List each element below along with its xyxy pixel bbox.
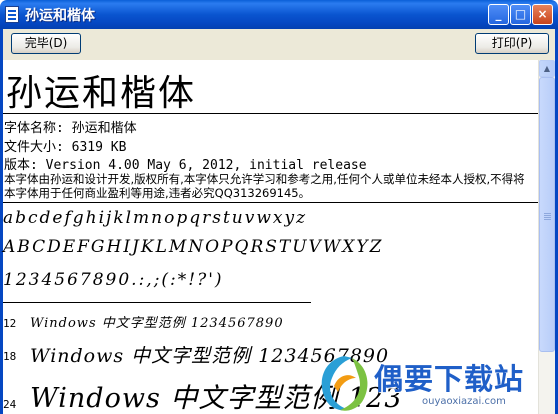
divider [3,202,538,203]
version-line: 版本: Version 4.00 May 6, 2012, initial re… [4,158,367,173]
title-bar[interactable]: 孙运和楷体 _ □ × [0,0,558,29]
divider [3,113,538,114]
copyright-text: 本字体由孙运和设计开发,版权所有,本字体只允许学习和参考之用,任何个人或单位未经… [4,172,525,200]
scroll-up-icon[interactable]: ▲ [539,60,555,77]
watermark-url: ouyaoxiazai.com [422,396,506,407]
print-button[interactable]: 打印(P) [475,33,549,54]
font-name-line: 字体名称: 孙运和楷体 [4,121,137,136]
toolbar: 完毕(D) 打印(P) [0,29,558,60]
divider [3,302,311,303]
logo-swoosh-icon [321,356,368,411]
document-icon [5,6,19,23]
window-title: 孙运和楷体 [25,8,95,24]
minimize-button[interactable]: _ [488,4,509,25]
font-title: 孙运和楷体 [6,73,197,114]
close-button[interactable]: × [532,4,553,25]
size-label: 24 [3,398,17,411]
digits-sample: 1234567890.:,;(:*!?') [3,270,224,290]
size-label: 18 [3,350,17,363]
lowercase-sample: abcdefghijklmnopqrstuvwxyz [3,208,308,228]
size-sample: Windows 中文字型范例 1234567890 [30,316,284,331]
file-size-line: 文件大小: 6319 KB [4,140,127,155]
maximize-button[interactable]: □ [510,4,531,25]
watermark-logo: 偶要下载站 ouyaoxiazai.com [312,352,556,414]
grip-icon [544,213,551,214]
done-button[interactable]: 完毕(D) [11,33,81,54]
uppercase-sample: ABCDEFGHIJKLMNOPQRSTUVWXYZ [3,237,384,257]
size-label: 12 [3,317,17,330]
scroll-thumb[interactable] [539,77,555,352]
watermark-text: 偶要下载站 [374,362,525,396]
